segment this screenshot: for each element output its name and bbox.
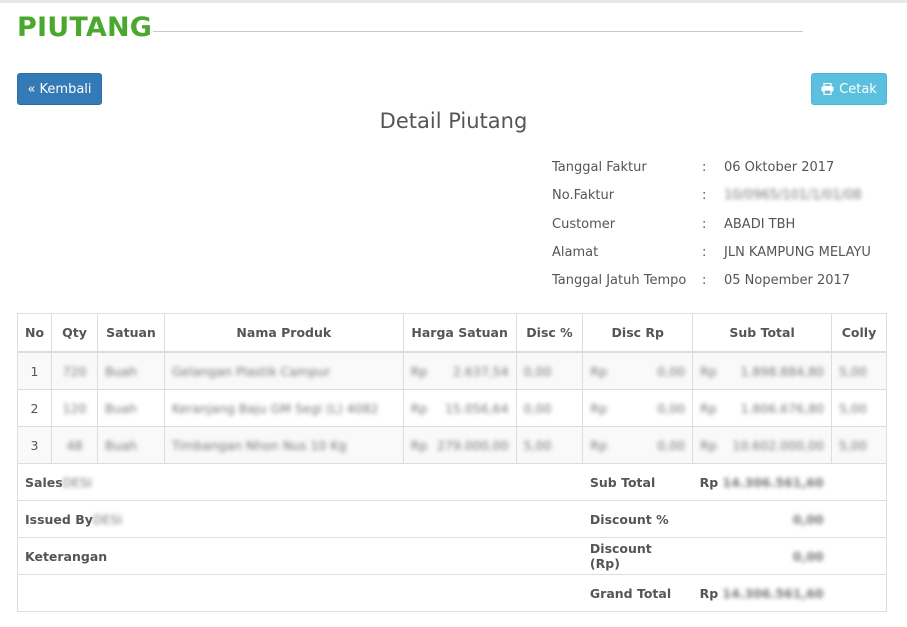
cell-qty: 120: [51, 389, 98, 427]
summary-label: Sub Total: [582, 463, 693, 501]
top-border: [0, 0, 907, 3]
amount: 0,00: [792, 511, 824, 527]
summary-row: Issued ByDESI Discount % 0,00: [16, 500, 887, 538]
summary-row: Grand Total Rp 14.306.561,60: [16, 574, 887, 612]
title-divider: [153, 31, 803, 32]
summary-left-label: Issued By: [25, 511, 93, 527]
cell-disc-pct: 0,00: [515, 351, 584, 390]
info-colon: :: [702, 273, 707, 289]
summary-left: Issued ByDESI: [16, 500, 583, 538]
info-colon: :: [702, 216, 707, 232]
cell-subtotal: Rp 1.898.884,80: [692, 351, 832, 390]
column-header: Disc Rp: [582, 313, 694, 353]
cell-subtotal: Rp 1.806.676,80: [692, 389, 832, 427]
cell-disc-rp: Rp 0,00: [582, 351, 694, 390]
column-header: Disc %: [515, 313, 584, 353]
amount: 14.306.561,60: [722, 474, 824, 490]
cell-produk: Timbangan Nhon Nus 10 Kg: [163, 426, 404, 464]
currency: Rp: [699, 585, 719, 601]
info-value: 05 Nopember 2017: [724, 273, 851, 289]
cell-harga: Rp 279.000,00: [402, 426, 517, 464]
summary-amount: 0,00: [692, 500, 887, 538]
summary-label: Grand Total: [582, 574, 693, 612]
summary-amount: Rp 14.306.561,60: [692, 574, 887, 612]
summary-label: Discount (Rp): [582, 537, 693, 575]
info-label: Customer: [552, 216, 616, 232]
cell-harga: Rp 15.056,64: [402, 389, 517, 427]
summary-row: SalesDESI Sub Total Rp 14.306.561,60: [16, 463, 887, 501]
info-value: 06 Oktober 2017: [724, 160, 835, 175]
print-icon: [821, 83, 834, 95]
info-colon: :: [702, 188, 707, 204]
currency: Rp: [699, 474, 719, 490]
column-header: Sub Total: [692, 313, 832, 353]
cell-disc-rp: Rp 0,00: [582, 389, 694, 427]
table-row: 3 48 Buah Timbangan Nhon Nus 10 Kg Rp 279.000…: [16, 426, 888, 464]
cell-disc-rp: Rp 0,00: [582, 426, 694, 464]
cell-no: 3: [16, 426, 53, 464]
summary-amount: Rp 14.306.561,60: [692, 463, 887, 501]
info-value: 10/0965/101/1/01/08: [724, 188, 862, 204]
info-value: JLN KAMPUNG MELAYU: [724, 244, 871, 260]
amount: 14.306.561,60: [722, 585, 824, 601]
cell-produk: Keranjang Baju GM Segi (L) 4082: [163, 389, 404, 427]
cell-colly: 5,00: [830, 389, 888, 427]
cell-produk: Gelangan Plastik Campur: [163, 351, 404, 390]
summary-left-value: DESI: [92, 511, 123, 527]
summary-left-label: Sales: [25, 474, 63, 490]
table-header: No Qty Satuan Nama Produk Harga Satuan Disc %…: [16, 313, 888, 353]
info-label: Tanggal Faktur: [552, 160, 647, 175]
amount: 0,00: [792, 548, 824, 564]
cell-disc-pct: 5,00: [515, 426, 584, 464]
info-label: Tanggal Jatuh Tempo: [552, 273, 687, 289]
cell-harga: Rp 2.637,54: [402, 351, 517, 390]
cell-disc-pct: 0,00: [515, 389, 584, 427]
column-header: Nama Produk: [163, 313, 404, 353]
column-header: Harga Satuan: [402, 313, 517, 353]
summary-row: Keterangan Discount (Rp) 0,00: [16, 537, 887, 575]
column-header: Qty: [51, 313, 98, 353]
table-row: 2 120 Buah Keranjang Baju GM Segi (L) 4082 R…: [16, 389, 888, 427]
summary-left: Keterangan: [16, 537, 583, 575]
cell-no: 2: [16, 389, 53, 427]
cell-colly: 5,00: [830, 426, 888, 464]
cell-subtotal: Rp 10.602.000,00: [692, 426, 832, 464]
cell-qty: 48: [51, 426, 98, 464]
back-button[interactable]: « Kembali: [17, 73, 102, 105]
table-row: 1 720 Buah Gelangan Plastik Campur Rp 2.637,5…: [16, 351, 888, 390]
print-button[interactable]: Cetak: [811, 73, 887, 105]
info-colon: :: [702, 160, 707, 175]
items-table: No Qty Satuan Nama Produk Harga Satuan Disc %…: [16, 313, 888, 612]
info-value: ABADI TBH: [724, 216, 796, 232]
column-header: Colly: [830, 313, 888, 353]
page-title: PIUTANG: [17, 12, 153, 43]
summary-left: SalesDESI: [16, 463, 583, 501]
cell-satuan: Buah: [97, 351, 165, 390]
column-header: No: [16, 313, 53, 353]
cell-colly: 5,00: [830, 351, 888, 390]
cell-satuan: Buah: [97, 426, 165, 464]
cell-no: 1: [16, 351, 53, 390]
info-label: No.Faktur: [552, 188, 615, 204]
detail-heading: Detail Piutang: [379, 109, 528, 133]
info-colon: :: [702, 244, 707, 260]
summary-left: [16, 574, 583, 612]
summary-amount: 0,00: [692, 537, 887, 575]
summary-label: Discount %: [582, 500, 693, 538]
cell-satuan: Buah: [97, 389, 165, 427]
cell-qty: 720: [51, 351, 98, 390]
column-header: Satuan: [97, 313, 165, 353]
info-label: Alamat: [552, 244, 599, 260]
print-button-label: Cetak: [839, 81, 877, 97]
summary-left-value: DESI: [62, 474, 92, 490]
summary-left-label: Keterangan: [25, 548, 108, 564]
